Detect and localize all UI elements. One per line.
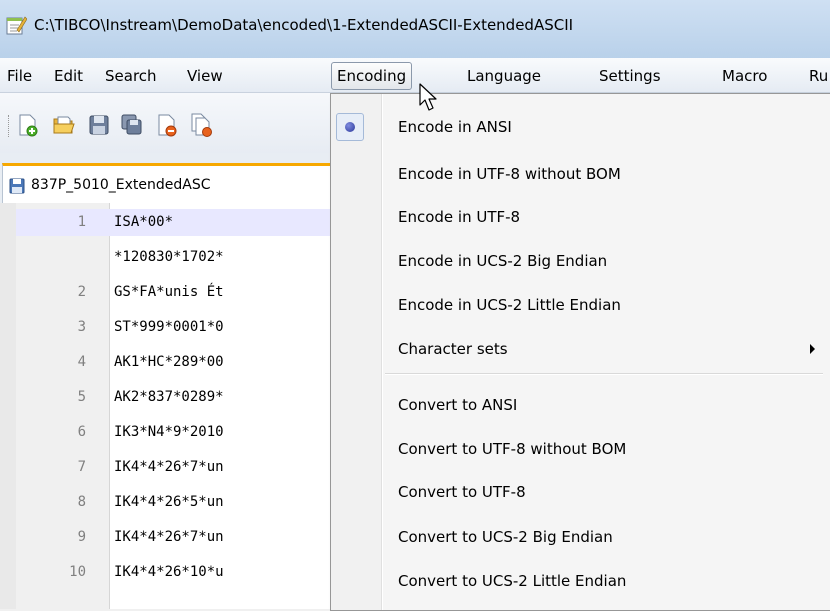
line-number: 3 [77, 319, 86, 335]
line-text: GS*FA*unis Ét [114, 284, 224, 300]
window-title: C:\TIBCO\Instream\DemoData\encoded\1-Ext… [34, 16, 574, 34]
menu-language[interactable]: Language [463, 65, 545, 87]
menu-item-label: Encode in UCS-2 Big Endian [398, 252, 608, 270]
line-text: AK1*HC*289*00 [114, 354, 224, 370]
floppy-tab-icon [9, 178, 25, 194]
save-icon[interactable] [87, 113, 111, 137]
line-number: 6 [77, 424, 86, 440]
menu-bar: File Edit Search View Encoding Language … [0, 58, 830, 93]
line-number: 5 [77, 389, 86, 405]
menu-item-encode-in-utf-8-without-bom[interactable]: Encode in UTF-8 without BOM [333, 152, 829, 196]
menu-encoding[interactable]: Encoding [331, 62, 413, 90]
menu-macro[interactable]: Macro [718, 65, 771, 87]
menu-item-label: Convert to UCS-2 Little Endian [398, 572, 627, 590]
menu-separator [385, 373, 823, 375]
menu-item-label: Convert to ANSI [398, 396, 518, 414]
line-text: IK3*N4*9*2010 [114, 424, 224, 440]
close-icon[interactable] [155, 113, 179, 137]
menu-item-label: Convert to UTF-8 without BOM [398, 440, 627, 458]
radio-dot-icon [345, 122, 355, 132]
mouse-cursor-icon [419, 83, 437, 111]
menu-view[interactable]: View [183, 65, 227, 87]
line-number: 10 [69, 564, 86, 580]
menu-item-label: Encode in ANSI [398, 118, 512, 136]
line-text: ST*999*0001*0 [114, 319, 224, 335]
line-number: 2 [77, 284, 86, 300]
menu-item-convert-to-utf-8[interactable]: Convert to UTF-8 [333, 470, 829, 514]
menu-item-label: Convert to UTF-8 [398, 483, 526, 501]
close-all-icon[interactable] [190, 113, 214, 137]
line-number: 4 [77, 354, 86, 370]
line-text: ISA*00* [114, 214, 174, 230]
toolbar-grip [8, 115, 11, 137]
menu-search[interactable]: Search [101, 65, 161, 87]
line-number: 9 [77, 529, 86, 545]
line-text: IK4*4*26*10*u [114, 564, 224, 580]
menu-item-encode-in-utf-8[interactable]: Encode in UTF-8 [333, 195, 829, 239]
menu-item-convert-to-utf-8-without-bom[interactable]: Convert to UTF-8 without BOM [333, 427, 829, 471]
encoding-menu: Encode in ANSI Encode in UTF-8 without BO… [330, 93, 830, 611]
menu-item-label: Encode in UTF-8 without BOM [398, 165, 621, 183]
menu-settings[interactable]: Settings [595, 65, 665, 87]
line-number: 1 [77, 214, 86, 230]
menu-item-convert-to-ansi[interactable]: Convert to ANSI [333, 383, 829, 427]
menu-item-convert-to-ucs-2-little-endian[interactable]: Convert to UCS-2 Little Endian [333, 559, 829, 603]
menu-item-convert-to-ucs-2-big-endian[interactable]: Convert to UCS-2 Big Endian [333, 515, 829, 559]
menu-item-label: Character sets [398, 340, 508, 358]
line-text: IK4*4*26*7*un [114, 459, 224, 475]
fold-margin [0, 203, 16, 609]
menu-edit[interactable]: Edit [50, 65, 87, 87]
line-text: IK4*4*26*7*un [114, 529, 224, 545]
save-all-icon[interactable] [120, 113, 144, 137]
menu-item-label: Encode in UCS-2 Little Endian [398, 296, 621, 314]
title-bar: C:\TIBCO\Instream\DemoData\encoded\1-Ext… [0, 0, 830, 59]
notepad-app-icon [6, 16, 27, 35]
menu-item-character-sets[interactable]: Character sets [333, 327, 829, 371]
line-text: IK4*4*26*5*un [114, 494, 224, 510]
line-number: 7 [77, 459, 86, 475]
menu-item-encode-in-ucs-2-little-endian[interactable]: Encode in UCS-2 Little Endian [333, 283, 829, 327]
menu-item-label: Convert to UCS-2 Big Endian [398, 528, 613, 546]
menu-item-label: Encode in UTF-8 [398, 208, 521, 226]
line-text: AK2*837*0289* [114, 389, 224, 405]
checked-indicator [336, 113, 364, 141]
submenu-arrow-icon [810, 344, 815, 354]
line-text: *120830*1702* [114, 249, 224, 265]
document-tab[interactable]: 837P_5010_ExtendedASC [2, 163, 344, 206]
tab-label: 837P_5010_ExtendedASC [31, 177, 211, 193]
menu-item-encode-in-ucs-2-big-endian[interactable]: Encode in UCS-2 Big Endian [333, 239, 829, 283]
open-file-icon[interactable] [52, 113, 76, 137]
menu-item-encode-in-ansi[interactable]: Encode in ANSI [333, 105, 829, 149]
line-number: 8 [77, 494, 86, 510]
menu-file[interactable]: File [3, 65, 36, 87]
menu-run[interactable]: Ru [805, 65, 830, 87]
new-file-icon[interactable] [16, 113, 40, 137]
